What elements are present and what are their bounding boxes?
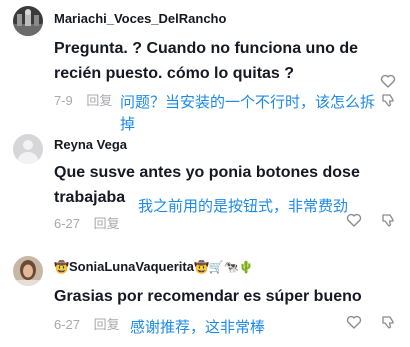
comment-meta: 6-27 回复: [54, 213, 130, 231]
heart-outline-icon[interactable]: [346, 212, 362, 228]
reply-button[interactable]: 回复: [94, 317, 120, 332]
avatar[interactable]: [13, 6, 43, 36]
comment-text: Pregunta. ? Cuando no funciona uno de re…: [54, 40, 358, 82]
thumbs-down-icon[interactable]: [380, 314, 396, 330]
comment-date: 6-27: [54, 216, 81, 231]
translation-line: 问题？当安装的一个不行时，该怎么拆: [120, 93, 376, 111]
cowboy-emoji-icon: 🤠: [54, 260, 69, 274]
comment-text: Grasias por recomendar es súper bueno: [54, 288, 362, 305]
heart-outline-icon[interactable]: [380, 73, 396, 89]
avatar[interactable]: [13, 134, 43, 164]
thumbs-down-icon[interactable]: [380, 212, 396, 228]
comment-date: 6-27: [54, 317, 81, 332]
emoji-decorations-icon: 🤠🛒🐄🌵: [193, 260, 254, 274]
comment-meta: 6-27 回复: [54, 314, 130, 332]
avatar-image: [13, 256, 43, 286]
translation-line: 我之前用的是按钮式，非常费劲: [138, 197, 349, 215]
comment-username[interactable]: Reyna Vega: [54, 137, 127, 152]
comment-item: Mariachi_Voces_DelRancho Pregunta. ? Cua…: [0, 0, 410, 133]
comment-item: 🤠SoniaLunaVaquerita🤠🛒🐄🌵 Grasias por reco…: [0, 250, 410, 347]
reply-button[interactable]: 回复: [86, 93, 112, 108]
comment-username[interactable]: 🤠SoniaLunaVaquerita🤠🛒🐄🌵: [54, 259, 254, 274]
heart-outline-icon[interactable]: [346, 314, 362, 330]
comment-date: 7-9: [54, 93, 73, 108]
reply-button[interactable]: 回复: [94, 216, 120, 231]
thumbs-down-icon[interactable]: [380, 92, 396, 108]
translation-line: 感谢推荐，这非常棒: [130, 318, 266, 336]
comment-username[interactable]: Mariachi_Voces_DelRancho: [54, 11, 226, 26]
comment-item: Reyna Vega Que susve antes yo ponia boto…: [0, 128, 410, 240]
avatar[interactable]: [13, 256, 43, 286]
comment-meta: 7-9 回复: [54, 90, 122, 108]
avatar-image: [13, 6, 43, 36]
